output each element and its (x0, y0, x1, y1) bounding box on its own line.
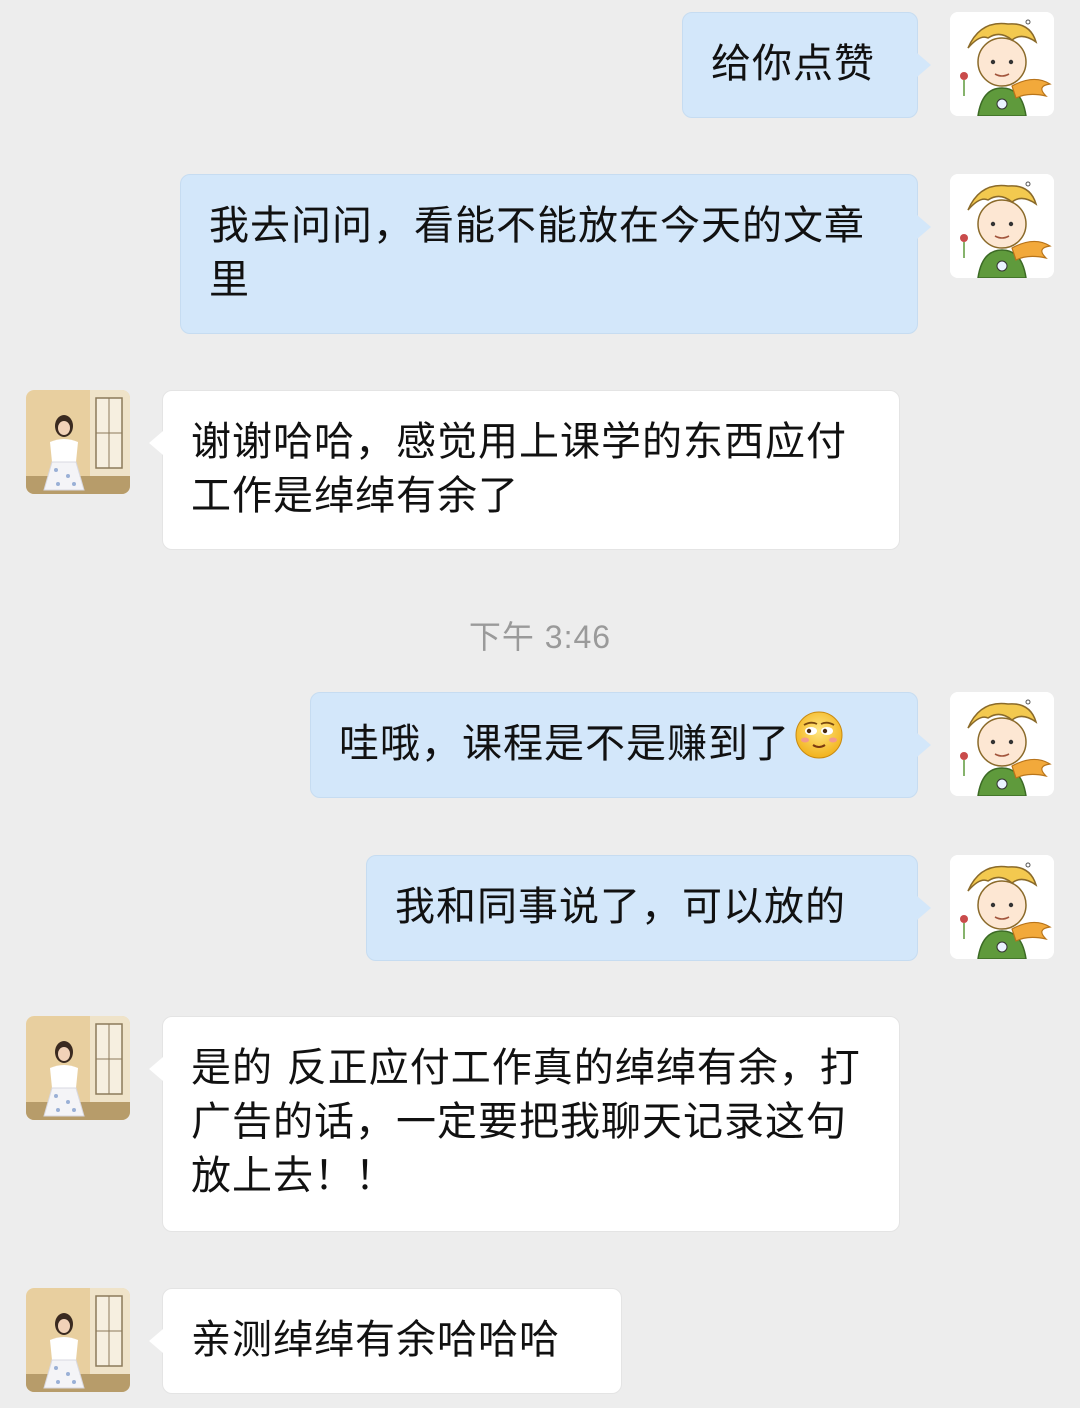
message-bubble-self[interactable]: 给你点赞 (682, 12, 931, 118)
self-avatar[interactable] (950, 174, 1054, 278)
girl-photo-avatar-icon (26, 1288, 130, 1392)
message-bubble-self[interactable]: 哇哦，课程是不是赚到了 (310, 692, 931, 798)
cartoon-prince-avatar-icon (950, 12, 1054, 116)
self-avatar[interactable] (950, 692, 1054, 796)
cartoon-prince-avatar-icon (950, 692, 1054, 796)
message-text: 我去问问，看能不能放在今天的文章里 (209, 203, 865, 303)
smirk-face-emoji-icon (794, 710, 844, 774)
message-text: 哇哦，课程是不是赚到了 (339, 721, 790, 767)
message-text: 谢谢哈哈，感觉用上课学的东西应付工作是绰绰有余了 (191, 419, 847, 519)
self-avatar[interactable] (950, 12, 1054, 116)
message-text: 我和同事说了，可以放的 (395, 884, 846, 930)
message-bubble-other[interactable]: 是的 反正应付工作真的绰绰有余，打广告的话，一定要把我聊天记录这句放上去！！ (149, 1016, 900, 1232)
chat-timestamp: 下午 3:46 (468, 619, 612, 655)
contact-avatar[interactable] (26, 1288, 130, 1392)
girl-photo-avatar-icon (26, 1016, 130, 1120)
cartoon-prince-avatar-icon (950, 174, 1054, 278)
contact-avatar[interactable] (26, 390, 130, 494)
message-text: 是的 反正应付工作真的绰绰有余，打广告的话，一定要把我聊天记录这句放上去！！ (191, 1045, 861, 1199)
message-text: 亲测绰绰有余哈哈哈 (191, 1317, 560, 1363)
girl-photo-avatar-icon (26, 390, 130, 494)
message-bubble-other[interactable]: 谢谢哈哈，感觉用上课学的东西应付工作是绰绰有余了 (149, 390, 900, 550)
self-avatar[interactable] (950, 855, 1054, 959)
message-bubble-other[interactable]: 亲测绰绰有余哈哈哈 (149, 1288, 622, 1394)
message-bubble-self[interactable]: 我去问问，看能不能放在今天的文章里 (180, 174, 931, 334)
message-text: 给你点赞 (711, 41, 875, 87)
message-bubble-self[interactable]: 我和同事说了，可以放的 (366, 855, 931, 961)
contact-avatar[interactable] (26, 1016, 130, 1120)
cartoon-prince-avatar-icon (950, 855, 1054, 959)
